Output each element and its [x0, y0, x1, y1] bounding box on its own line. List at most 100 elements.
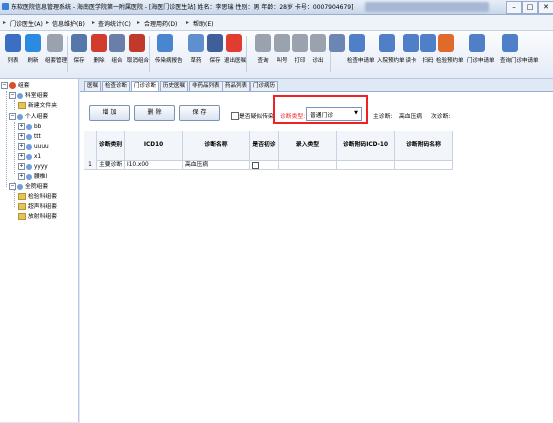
cell-entry-type[interactable] — [279, 160, 337, 170]
column-header[interactable]: 录入类型 — [279, 131, 337, 161]
tree-line — [14, 100, 15, 110]
query-form-button[interactable]: 查询门诊申请单 — [500, 34, 539, 74]
diagnosis-type-label: 诊断类型: — [280, 114, 306, 120]
person-icon — [17, 113, 23, 120]
tree-personal-groups[interactable]: − 个人组套 — [9, 113, 48, 121]
save-button[interactable]: 保 存 — [179, 105, 220, 121]
collapse-icon[interactable]: − — [9, 183, 16, 190]
exit-button[interactable]: 退出医嘱 — [224, 34, 246, 74]
tree-item[interactable]: + uuuu — [18, 143, 49, 151]
column-header[interactable]: 诊断附码名称 — [395, 131, 453, 161]
close-button[interactable]: ✕ — [538, 1, 553, 14]
call-button[interactable]: 叫号 — [272, 34, 292, 74]
tree-item[interactable]: + 腰椎l — [18, 173, 47, 181]
tree-dept-groups[interactable]: − 科室组套 — [9, 92, 48, 100]
save-icon — [71, 34, 87, 52]
folder-icon — [18, 213, 26, 220]
save-button[interactable]: 保存 — [69, 34, 89, 74]
expand-icon[interactable]: + — [18, 123, 25, 130]
lab-form-button[interactable]: 检验预约单 — [436, 34, 464, 74]
column-header[interactable]: 诊断附码ICD-10 — [337, 131, 395, 161]
app-icon — [2, 3, 9, 10]
uncombine-button[interactable]: 取消组合 — [127, 34, 149, 74]
check-form-button[interactable]: 检查申请单 — [347, 34, 375, 74]
diagnosis-type-value: 普通门诊 — [310, 113, 334, 119]
report-button[interactable]: 传染病报告 — [155, 34, 183, 74]
column-header[interactable]: 诊断类别 — [97, 131, 125, 161]
toolbar-button-label: 扫码 — [422, 58, 434, 64]
tree-all-groups[interactable]: − 全院组套 — [9, 183, 48, 191]
out-button[interactable]: 诊出 — [308, 34, 328, 74]
cell-attach-name[interactable] — [395, 160, 453, 170]
expand-icon[interactable]: + — [18, 143, 25, 150]
magnifier-button[interactable] — [327, 34, 347, 74]
expand-icon[interactable]: + — [18, 133, 25, 140]
cell-icd10[interactable]: I10.x00 — [125, 160, 183, 170]
toolbar-button-label: 检验预约单 — [436, 58, 464, 64]
combine-button[interactable]: 组合 — [107, 34, 127, 74]
disk-button[interactable]: 保存 — [205, 34, 225, 74]
admit-form-button[interactable]: 入院预约单 — [377, 34, 405, 74]
tree-folder[interactable]: 检验科组套 — [18, 193, 57, 201]
menu-help[interactable]: 帮助(E) — [193, 19, 213, 28]
redacted-area — [365, 2, 489, 12]
menu-info[interactable]: 信息维护(B) — [52, 19, 85, 28]
tree-folder[interactable]: 超声科组套 — [18, 203, 57, 211]
title-bar: 东软医院信息管理系统 - 海南医学院第一附属医院 - [海医门诊医生站] 姓名：… — [0, 0, 553, 15]
tree-item[interactable]: + ttt — [18, 133, 41, 141]
diagnosis-type-select[interactable]: 普通门诊 ▼ — [306, 107, 362, 121]
group-button[interactable]: 组套管理 — [45, 34, 67, 74]
list-button[interactable]: 列表 — [3, 34, 23, 74]
dropdown-arrow-icon[interactable]: ▼ — [354, 110, 358, 116]
cell-attach-code[interactable] — [337, 160, 395, 170]
delete-button[interactable]: 删除 — [89, 34, 109, 74]
menu-doctor[interactable]: 门诊医生(A) — [10, 19, 43, 28]
suspected-infectious-checkbox[interactable] — [231, 112, 239, 120]
refresh-button[interactable]: 刷新 — [23, 34, 43, 74]
tree-item[interactable]: + yyyy — [18, 163, 48, 171]
toolbar-button-label: 组合 — [111, 58, 123, 64]
herb-icon — [188, 34, 204, 52]
tree-folder[interactable]: 放射科组套 — [18, 213, 57, 221]
tree-item[interactable]: + bb — [18, 123, 41, 131]
suspected-infectious-label: 是否疑似传染 — [239, 114, 274, 120]
toolbar-separator — [246, 36, 247, 72]
hospital-icon — [17, 183, 23, 190]
first-visit-checkbox[interactable] — [252, 162, 259, 169]
root-icon — [9, 82, 16, 89]
lab-form-icon — [438, 34, 454, 52]
tree-item[interactable]: + x1 — [18, 153, 41, 161]
column-header[interactable]: ICD10 — [125, 131, 183, 161]
toolbar-button-label: 叫号 — [276, 58, 288, 64]
cell-category[interactable]: 主要诊断 — [97, 160, 125, 170]
expand-icon[interactable]: + — [18, 173, 25, 180]
cell-first-visit[interactable] — [250, 160, 279, 170]
column-header[interactable]: 是否初诊 — [250, 131, 279, 161]
add-button[interactable]: 增 加 — [89, 105, 130, 121]
item-icon — [26, 143, 32, 150]
scan-button[interactable]: 扫码 — [418, 34, 438, 74]
expand-icon[interactable]: + — [18, 153, 25, 160]
delete-button[interactable]: 删 除 — [134, 105, 175, 121]
out-icon — [310, 34, 326, 52]
search-button[interactable]: 查询 — [253, 34, 273, 74]
minimize-button[interactable]: – — [506, 1, 522, 14]
cell-diagnosis-name[interactable]: 高血压病 — [183, 160, 250, 170]
tree-root[interactable]: − 组套 — [1, 82, 30, 90]
maximize-button[interactable]: □ — [522, 1, 538, 14]
clinic-form-button[interactable]: 门诊申请单 — [467, 34, 495, 74]
check-form-icon — [349, 34, 365, 52]
collapse-icon[interactable]: − — [9, 113, 16, 120]
menu-bar: ▸ 门诊医生(A) ▸ 信息维护(B) ▸ 查询统计(C) ▸ 合理用药(D) … — [0, 15, 553, 31]
column-header[interactable]: 诊断名称 — [183, 131, 250, 161]
dept-icon — [17, 92, 23, 99]
expand-icon[interactable]: + — [18, 163, 25, 170]
menu-query[interactable]: 查询统计(C) — [98, 19, 131, 28]
herb-button[interactable]: 草药 — [186, 34, 206, 74]
collapse-icon[interactable]: − — [1, 82, 8, 89]
main-diagnosis-label: 主诊断: — [373, 114, 393, 120]
collapse-icon[interactable]: − — [9, 92, 16, 99]
tree-folder[interactable]: 新建文件夹 — [18, 102, 57, 110]
print-button[interactable]: 打印 — [290, 34, 310, 74]
menu-drug[interactable]: 合理用药(D) — [144, 19, 177, 28]
